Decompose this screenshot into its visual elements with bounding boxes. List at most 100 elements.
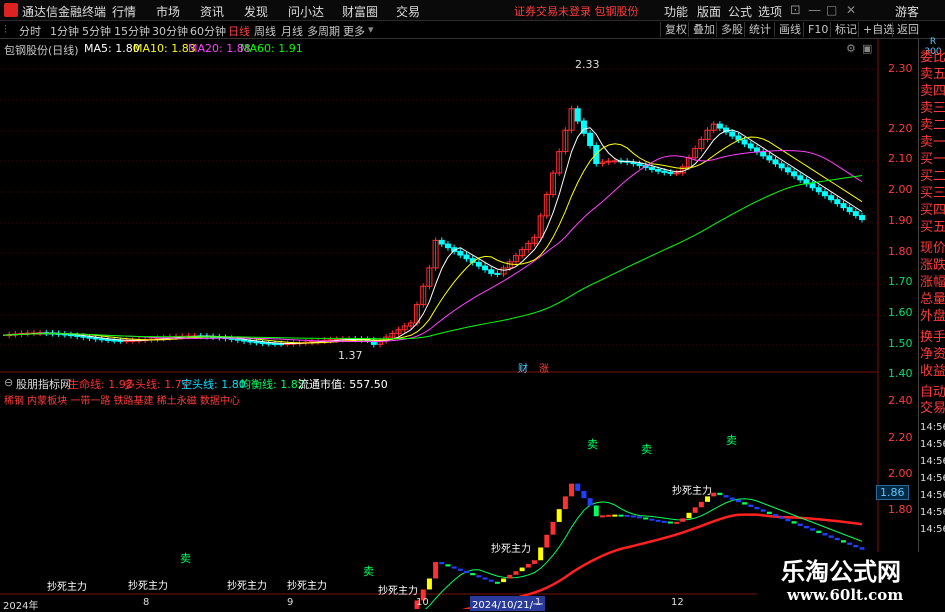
side-item[interactable]: 换手 <box>920 329 945 346</box>
indicator-bar <box>433 562 439 579</box>
candle-body <box>729 131 736 137</box>
settings-gear-icon[interactable]: ⚙ <box>846 42 856 55</box>
tab-overlay[interactable]: 叠加 <box>688 22 719 37</box>
tab-stats[interactable]: 统计 <box>744 22 775 37</box>
period-daily[interactable]: 日线 <box>228 23 250 39</box>
indicator-bar <box>587 498 593 506</box>
indicator-bear-line: 空头线: 1.80 <box>181 378 246 391</box>
period-15min[interactable]: 15分钟 <box>114 23 150 39</box>
indicator-bar <box>531 560 537 564</box>
indicator-bar <box>494 581 500 584</box>
tab-multistock[interactable]: 多股 <box>716 22 747 37</box>
menu-quotes[interactable]: 行情 <box>112 3 136 20</box>
period-60min[interactable]: 60分钟 <box>190 23 226 39</box>
auto-trade-button[interactable]: 自动交易 <box>920 385 945 417</box>
side-item[interactable]: 买四 <box>920 202 945 219</box>
indicator-bar <box>735 499 741 503</box>
period-more[interactable]: 更多 <box>343 23 365 39</box>
side-item[interactable]: 买一 <box>920 151 945 168</box>
indicator-bar <box>655 519 661 522</box>
candle-body <box>821 191 828 197</box>
menu-layout[interactable]: 版面 <box>697 3 721 20</box>
indicator-bar <box>624 514 630 517</box>
side-item[interactable]: 卖二 <box>920 117 945 134</box>
side-item[interactable]: 净资 <box>920 346 945 363</box>
candle-body <box>840 203 847 209</box>
indicator-bar <box>705 496 711 502</box>
menu-market[interactable]: 市场 <box>156 3 180 20</box>
menu-news[interactable]: 资讯 <box>200 3 224 20</box>
period-30min[interactable]: 30分钟 <box>152 23 188 39</box>
tab-mark[interactable]: 标记 <box>830 22 861 37</box>
period-weekly[interactable]: 周线 <box>254 23 276 39</box>
period-monthly[interactable]: 月线 <box>281 23 303 39</box>
side-item[interactable]: 买五 <box>920 219 945 236</box>
indicator-bar <box>686 512 692 519</box>
title-bar: 通达信金融终端 行情 市场 资讯 发现 问小达 财富圈 交易 证券交易未登录 包… <box>0 0 945 21</box>
stock-label: 包钢股份(日线) <box>4 44 79 57</box>
signal-buy: 抄死主力 <box>287 581 327 592</box>
candle-body <box>253 341 260 344</box>
period-1min[interactable]: 1分钟 <box>50 23 79 39</box>
side-item[interactable]: 涨跌 <box>920 257 945 274</box>
candle-body <box>105 338 112 341</box>
side-item[interactable]: 买二 <box>920 168 945 185</box>
minimize-icon[interactable]: — <box>808 3 821 18</box>
menu-wealth[interactable]: 财富圈 <box>342 3 378 20</box>
chevron-down-icon[interactable]: ▾ <box>368 23 374 36</box>
side-item[interactable]: 委比 <box>920 49 945 66</box>
candle-body <box>587 132 594 147</box>
side-item[interactable]: 卖一 <box>920 134 945 151</box>
tab-back[interactable]: 返回 <box>892 22 923 37</box>
candle-body <box>778 163 785 169</box>
menu-icon[interactable]: ⊡ <box>790 3 801 18</box>
value-tick: 2.40 <box>888 394 913 407</box>
side-item[interactable]: 外盘 <box>920 308 945 325</box>
toolbar-left-icon[interactable]: ⫶ <box>4 23 7 37</box>
candle-body <box>98 338 105 341</box>
menu-trade[interactable]: 交易 <box>396 3 420 20</box>
kline-chart[interactable] <box>0 39 918 609</box>
side-item[interactable]: 买三 <box>920 185 945 202</box>
side-item[interactable]: 涨幅 <box>920 274 945 291</box>
side-item[interactable]: 卖五 <box>920 66 945 83</box>
rise-chip[interactable]: 涨 <box>537 360 551 375</box>
menu-ask[interactable]: 问小达 <box>288 3 324 20</box>
x-axis-label: 12 <box>671 597 684 608</box>
panel-icon[interactable]: ▣ <box>862 42 872 55</box>
side-item[interactable]: 卖四 <box>920 83 945 100</box>
indicator-bar <box>426 578 432 590</box>
candle-body <box>574 108 581 122</box>
maximize-icon[interactable]: □ <box>826 3 837 17</box>
indicator-name[interactable]: 股朋指标网 <box>16 376 71 392</box>
signal-sell: 卖 <box>180 552 191 565</box>
period-multi[interactable]: 多周期 <box>307 23 340 39</box>
price-tick: 2.00 <box>888 183 913 196</box>
trade-time: 14:56 <box>920 422 945 433</box>
tab-adjust[interactable]: 复权 <box>660 22 691 37</box>
tab-f10[interactable]: F10 <box>803 22 832 37</box>
indicator-bar <box>488 579 494 582</box>
guest-user[interactable]: 游客 <box>895 3 919 20</box>
period-intraday[interactable]: 分时 <box>19 23 41 39</box>
close-icon[interactable]: ✕ <box>846 3 856 17</box>
candle-body <box>667 171 674 174</box>
side-item[interactable]: 卖三 <box>920 100 945 117</box>
candle-body <box>791 171 798 177</box>
menu-options[interactable]: 选项 <box>758 3 782 20</box>
side-item[interactable]: 总量 <box>920 291 945 308</box>
candle-body <box>661 170 668 173</box>
menu-formula[interactable]: 公式 <box>728 3 752 20</box>
menu-discover[interactable]: 发现 <box>244 3 268 20</box>
period-5min[interactable]: 5分钟 <box>82 23 111 39</box>
indicator-bar <box>445 564 451 567</box>
side-item[interactable]: 现价 <box>920 240 945 257</box>
finance-chip[interactable]: 财 <box>516 360 530 375</box>
menu-function[interactable]: 功能 <box>664 3 688 20</box>
price-tick: 1.90 <box>888 214 913 227</box>
indicator-collapse-icon[interactable]: ⊖ <box>4 376 13 389</box>
side-item[interactable]: 收益 <box>920 363 945 380</box>
quote-side-panel: R 300 委比 卖五 卖四 卖三 卖二 卖一 买一 买二 买三 买四 买五 现价… <box>918 37 945 609</box>
login-notice: 证券交易未登录 包钢股份 <box>514 5 639 18</box>
tab-draw[interactable]: 画线 <box>774 22 805 37</box>
